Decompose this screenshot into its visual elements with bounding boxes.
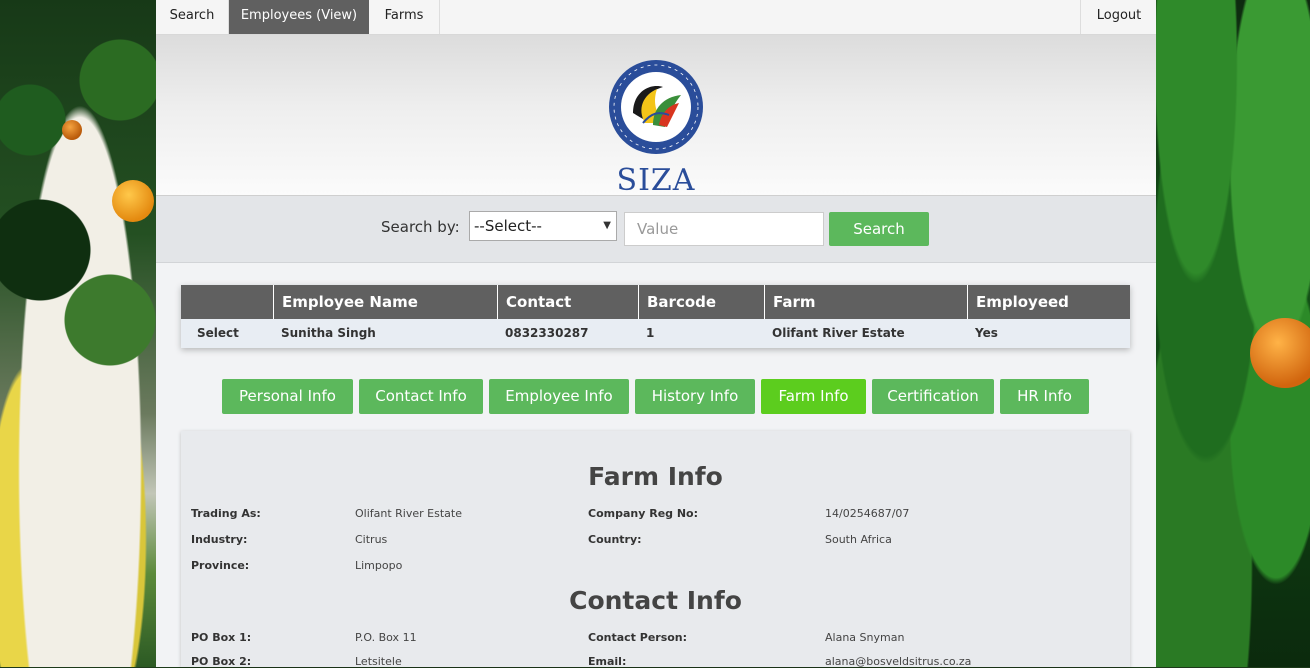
- nav-farms[interactable]: Farms: [369, 0, 440, 34]
- info-tabs: Personal Info Contact Info Employee Info…: [156, 379, 1156, 414]
- column-header-farm: Farm: [764, 285, 967, 319]
- column-header-contact: Contact: [497, 285, 638, 319]
- email-label: Email:: [588, 655, 627, 668]
- farm-info-title: Farm Info: [588, 462, 723, 491]
- column-header-employeed: Employeed: [967, 285, 1130, 319]
- company-reg-label: Company Reg No:: [588, 507, 699, 520]
- po-box-1-label: PO Box 1:: [191, 631, 252, 644]
- select-row-link[interactable]: Select: [181, 319, 273, 348]
- contact-person-value: Alana Snyman: [825, 631, 905, 644]
- industry-label: Industry:: [191, 533, 248, 546]
- chevron-down-icon: ▼: [603, 220, 611, 231]
- po-box-2-value: Letsitele: [355, 655, 402, 668]
- cell-contact: 0832330287: [505, 326, 589, 340]
- farm-info-panel: Farm Info Trading As: Olifant River Esta…: [181, 431, 1130, 668]
- column-header-select: [181, 285, 273, 319]
- column-header-barcode: Barcode: [638, 285, 764, 319]
- siza-logo-emblem-icon: [609, 60, 703, 154]
- tab-farm-info[interactable]: Farm Info: [761, 379, 866, 414]
- po-box-1-value: P.O. Box 11: [355, 631, 417, 644]
- employee-results-table: Employee Name Contact Barcode Farm Emplo…: [181, 285, 1130, 348]
- search-value-input[interactable]: Value: [624, 212, 824, 246]
- cell-farm: Olifant River Estate: [772, 326, 905, 340]
- country-value: South Africa: [825, 533, 892, 546]
- search-bar: Search by: --Select-- ▼ Value Search: [156, 196, 1156, 263]
- top-nav: Search Employees (View) Farms Logout: [156, 0, 1156, 35]
- table-header-row: Employee Name Contact Barcode Farm Emplo…: [181, 285, 1130, 319]
- main-panel: Search Employees (View) Farms Logout SIZ…: [156, 0, 1156, 668]
- page-header: SIZA: [156, 35, 1156, 198]
- search-button[interactable]: Search: [829, 212, 929, 246]
- siza-logo-text: SIZA: [616, 163, 696, 198]
- company-reg-value: 14/0254687/07: [825, 507, 910, 520]
- tab-contact-info[interactable]: Contact Info: [359, 379, 483, 414]
- trading-as-label: Trading As:: [191, 507, 261, 520]
- tab-hr-info[interactable]: HR Info: [1000, 379, 1089, 414]
- province-label: Province:: [191, 559, 250, 572]
- search-select-value: --Select--: [474, 217, 542, 235]
- search-by-label: Search by:: [381, 218, 460, 236]
- contact-person-label: Contact Person:: [588, 631, 688, 644]
- tab-history-info[interactable]: History Info: [635, 379, 755, 414]
- table-row: Select Sunitha Singh 0832330287 1 Olifan…: [181, 319, 1130, 348]
- orange-fruit-image: [112, 180, 154, 222]
- cell-employee-name: Sunitha Singh: [281, 326, 376, 340]
- tab-certification[interactable]: Certification: [872, 379, 994, 414]
- trading-as-value: Olifant River Estate: [355, 507, 462, 520]
- po-box-2-label: PO Box 2:: [191, 655, 252, 668]
- orange-fruit-image: [62, 120, 82, 140]
- column-header-employee-name: Employee Name: [273, 285, 497, 319]
- country-label: Country:: [588, 533, 642, 546]
- tab-personal-info[interactable]: Personal Info: [222, 379, 353, 414]
- province-value: Limpopo: [355, 559, 403, 572]
- tab-employee-info[interactable]: Employee Info: [489, 379, 629, 414]
- siza-logo: SIZA: [603, 53, 709, 198]
- contact-info-title: Contact Info: [569, 586, 742, 615]
- nav-search[interactable]: Search: [156, 0, 229, 34]
- cell-barcode: 1: [646, 326, 655, 340]
- cell-employeed: Yes: [975, 326, 998, 340]
- background-left-foliage: [0, 0, 156, 667]
- nav-employees-view[interactable]: Employees (View): [229, 0, 369, 34]
- industry-value: Citrus: [355, 533, 388, 546]
- search-by-select[interactable]: --Select-- ▼: [469, 211, 617, 241]
- nav-logout[interactable]: Logout: [1080, 0, 1157, 34]
- email-value: alana@bosveldsitrus.co.za: [825, 655, 972, 668]
